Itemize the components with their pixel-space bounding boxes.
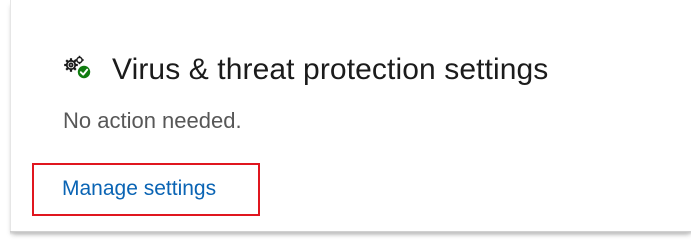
status-text: No action needed. — [63, 108, 242, 133]
section-title: Virus & threat protection settings — [112, 53, 549, 86]
manage-settings-link[interactable]: Manage settings — [62, 177, 216, 201]
settings-gears-with-check-icon — [62, 55, 98, 85]
page: Virus & threat protection settings No ac… — [0, 0, 691, 242]
card-shadow — [10, 231, 691, 235]
section-header: Virus & threat protection settings — [62, 50, 548, 90]
